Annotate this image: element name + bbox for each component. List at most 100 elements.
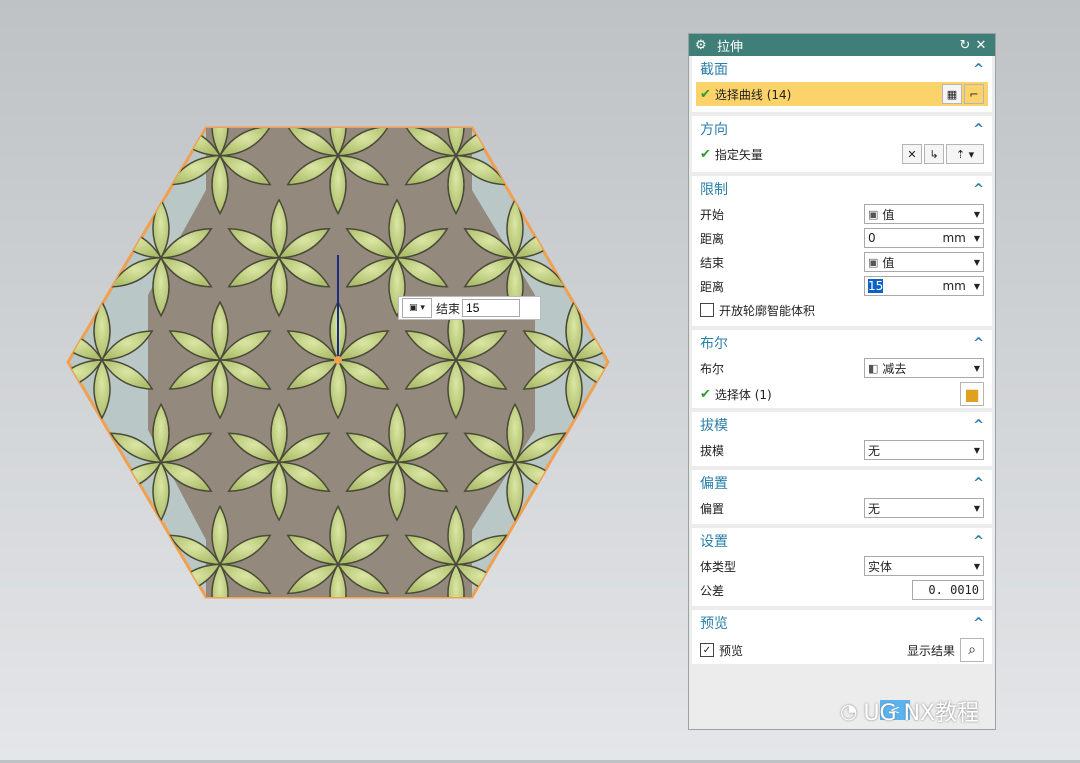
leaf-petal — [572, 128, 608, 157]
collapse-icon[interactable]: ^ — [973, 534, 984, 549]
leaf-petal — [93, 504, 111, 566]
leaf-petal — [100, 154, 154, 186]
distance2-label: 距离 — [700, 279, 725, 294]
end-distance-popup[interactable]: ▣ ▾ 结束 — [398, 296, 541, 320]
magnifier-icon[interactable]: ⌕ — [960, 638, 984, 662]
leaf-petal — [633, 667, 680, 696]
vector-dialog-icon[interactable]: ↳ — [924, 144, 944, 164]
start-row: 开始 ▣ 值 ▼ — [692, 202, 992, 226]
distance2-input[interactable]: 15 mm ▼ — [864, 276, 984, 296]
leaf-petal — [565, 128, 583, 158]
collapse-icon[interactable]: ^ — [973, 476, 984, 491]
leaf-petal — [347, 53, 397, 82]
reset-icon[interactable]: ↻ — [957, 38, 973, 53]
leaf-petal — [271, 53, 287, 111]
collapse-icon[interactable]: ^ — [973, 182, 984, 197]
boolean-select[interactable]: ◧ 减去 ▼ — [864, 358, 984, 378]
leaf-petal — [633, 258, 680, 287]
draft-row: 拔模 无 ▼ — [692, 438, 992, 462]
leaf-petal — [581, 257, 608, 288]
leaf-petal — [35, 609, 51, 667]
leaf-petal — [581, 228, 608, 259]
collapse-icon[interactable]: ^ — [973, 616, 984, 631]
leaf-petal — [229, 638, 279, 667]
hex-model[interactable] — [0, 0, 680, 760]
leaf-petal — [465, 53, 515, 82]
collapse-icon[interactable]: ^ — [973, 122, 984, 137]
leaf-petal — [625, 258, 641, 316]
leaf-petal — [565, 562, 583, 597]
boolean-label: 布尔 — [700, 361, 725, 376]
solid-body-icon[interactable]: ■ — [960, 382, 984, 406]
collapse-icon[interactable]: ^ — [973, 336, 984, 351]
leaf-petal — [625, 667, 641, 725]
leaf-petal — [581, 432, 608, 463]
leaf-petal — [35, 0, 51, 53]
preview-header: 预览 — [700, 616, 728, 632]
leaf-petal — [583, 667, 633, 696]
cube-icon: ▣ — [868, 207, 879, 221]
boolean-row: 布尔 ◧ 减去 ▼ — [692, 356, 992, 380]
value-type-dropdown[interactable]: ▣ ▾ — [402, 298, 432, 318]
graphics-viewport[interactable] — [0, 0, 680, 760]
vector-type-dropdown[interactable]: ⇡ ▾ — [946, 144, 984, 164]
boolean-header: 布尔 — [700, 336, 728, 352]
leaf-petal — [642, 331, 680, 360]
open-profile-row[interactable]: 开放轮廓智能体积 — [692, 298, 992, 322]
curve-select-icon[interactable]: ⌐ — [964, 84, 984, 104]
leaf-petal — [100, 563, 154, 595]
leaf-petal — [625, 462, 641, 520]
tolerance-row: 公差 0. 0010 — [692, 578, 992, 602]
body-type-select[interactable]: 实体 ▼ — [864, 556, 984, 576]
distance1-input[interactable]: 0 mm ▼ — [864, 228, 984, 248]
leaf-petal — [0, 156, 34, 185]
preview-group: 预览 ^ ✓ 预览 显示结果 ⌕ — [692, 610, 992, 668]
extrude-dialog: ⚙ 拉伸 ↻ ✕ 截面 ^ ✔ 选择曲线 (14) ▦ ⌐ 方向 ^ ✔ 指定矢量 … — [688, 33, 996, 730]
end-select[interactable]: ▣ 值 ▼ — [864, 252, 984, 272]
specify-vector-label: 指定矢量 — [714, 147, 763, 162]
open-profile-label: 开放轮廓智能体积 — [719, 303, 816, 318]
select-curve-row[interactable]: ✔ 选择曲线 (14) ▦ ⌐ — [696, 82, 988, 106]
leaf-petal — [633, 24, 680, 53]
close-icon[interactable]: ✕ — [973, 38, 989, 53]
tolerance-input[interactable]: 0. 0010 — [912, 580, 984, 600]
limits-header: 限制 — [700, 182, 728, 198]
collapse-icon[interactable]: ^ — [973, 62, 984, 77]
leaf-petal — [633, 638, 680, 667]
gear-icon[interactable]: ⚙ — [695, 38, 709, 53]
leaf-petal — [565, 154, 583, 216]
end-row: 结束 ▣ 值 ▼ — [692, 250, 992, 274]
leaf-petal — [0, 638, 43, 667]
leaf-petal — [68, 128, 104, 157]
sketch-section-icon[interactable]: ▦ — [942, 84, 962, 104]
leaf-petal — [347, 667, 397, 696]
leaf-petal — [279, 53, 329, 82]
leaf-petal — [0, 53, 43, 82]
direction-header: 方向 — [700, 122, 728, 138]
offset-select[interactable]: 无 ▼ — [864, 498, 984, 518]
leaf-petal — [0, 331, 34, 360]
draft-select[interactable]: 无 ▼ — [864, 440, 984, 460]
leaf-petal — [515, 53, 565, 82]
leaf-petal — [642, 535, 680, 564]
open-profile-checkbox[interactable] — [700, 303, 714, 317]
leaf-petal — [93, 128, 111, 158]
leaf-petal — [0, 127, 34, 156]
leaf-petal — [35, 404, 51, 462]
leaf-petal — [93, 154, 111, 216]
preview-checkbox[interactable]: ✓ — [700, 643, 714, 657]
leaf-petal — [633, 53, 680, 82]
reverse-direction-icon[interactable]: ✕ — [902, 144, 922, 164]
leaf-petal — [642, 127, 680, 156]
collapse-icon[interactable]: ^ — [973, 418, 984, 433]
leaf-petal — [161, 53, 211, 82]
leaf-petal — [583, 53, 633, 82]
leaf-petal — [68, 432, 95, 463]
end-distance-input[interactable] — [462, 299, 521, 317]
leaf-petal — [389, 0, 405, 53]
leaf-petal — [515, 667, 565, 696]
end-label: 结束 — [436, 301, 461, 316]
start-select[interactable]: ▣ 值 ▼ — [864, 204, 984, 224]
distance1-row: 距离 0 mm ▼ — [692, 226, 992, 250]
leaf-petal — [389, 609, 405, 667]
